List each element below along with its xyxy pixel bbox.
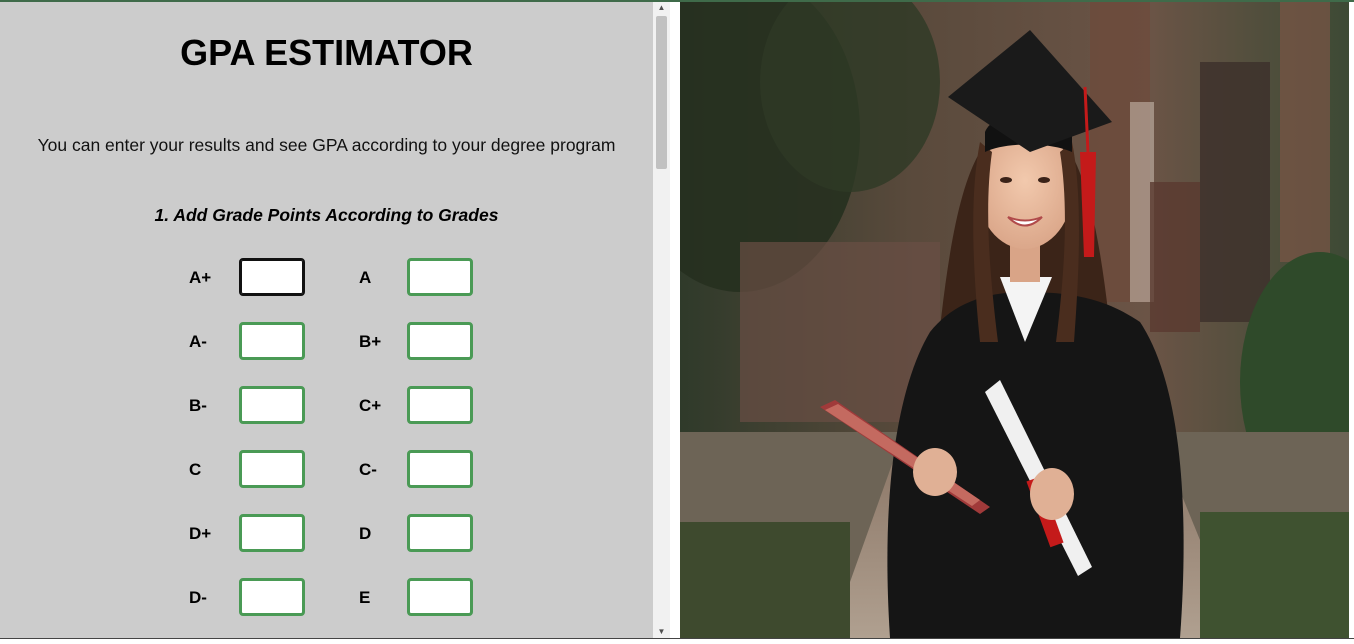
section-title: 1. Add Grade Points According to Grades bbox=[154, 205, 499, 225]
grade-label-c-minus: C- bbox=[359, 460, 377, 479]
grade-label-d: D bbox=[359, 524, 372, 543]
page-subtitle: You can enter your results and see GPA a… bbox=[37, 135, 616, 155]
grade-input-b-plus[interactable] bbox=[407, 322, 473, 360]
grade-label-a-minus: A- bbox=[189, 332, 207, 351]
triangle-up-icon[interactable]: ▲ bbox=[653, 2, 670, 14]
grade-input-d-minus[interactable] bbox=[239, 578, 305, 616]
grade-input-a-minus[interactable] bbox=[239, 322, 305, 360]
grade-label-d-plus: D+ bbox=[189, 524, 212, 543]
grade-input-b-minus[interactable] bbox=[239, 386, 305, 424]
grade-label-c: C bbox=[189, 460, 202, 479]
grade-input-c-plus[interactable] bbox=[407, 386, 473, 424]
scrollbar-thumb[interactable] bbox=[656, 16, 667, 169]
page-title: GPA ESTIMATOR bbox=[180, 32, 473, 73]
grade-label-b-minus: B- bbox=[189, 396, 207, 415]
grade-label-c-plus: C+ bbox=[359, 396, 382, 415]
grade-input-d-plus[interactable] bbox=[239, 514, 305, 552]
grade-label-a: A bbox=[359, 268, 372, 287]
graduate-photo bbox=[680, 2, 1349, 638]
triangle-down-icon[interactable]: ▼ bbox=[653, 626, 670, 638]
grade-input-d[interactable] bbox=[407, 514, 473, 552]
grade-label-d-minus: D- bbox=[189, 588, 207, 607]
grade-input-a[interactable] bbox=[407, 258, 473, 296]
grade-input-a-plus[interactable] bbox=[239, 258, 305, 296]
grade-input-c[interactable] bbox=[239, 450, 305, 488]
grade-label-a-plus: A+ bbox=[189, 268, 212, 287]
grade-label-b-plus: B+ bbox=[359, 332, 382, 351]
grade-label-e: E bbox=[359, 588, 371, 607]
vertical-scrollbar[interactable]: ▲ ▼ bbox=[653, 2, 670, 638]
gpa-form-panel: GPA ESTIMATOR You can enter your results… bbox=[0, 2, 653, 638]
grade-input-e[interactable] bbox=[407, 578, 473, 616]
panel-divider bbox=[670, 2, 680, 638]
grade-input-c-minus[interactable] bbox=[407, 450, 473, 488]
window-bottom-border bbox=[0, 638, 1354, 644]
